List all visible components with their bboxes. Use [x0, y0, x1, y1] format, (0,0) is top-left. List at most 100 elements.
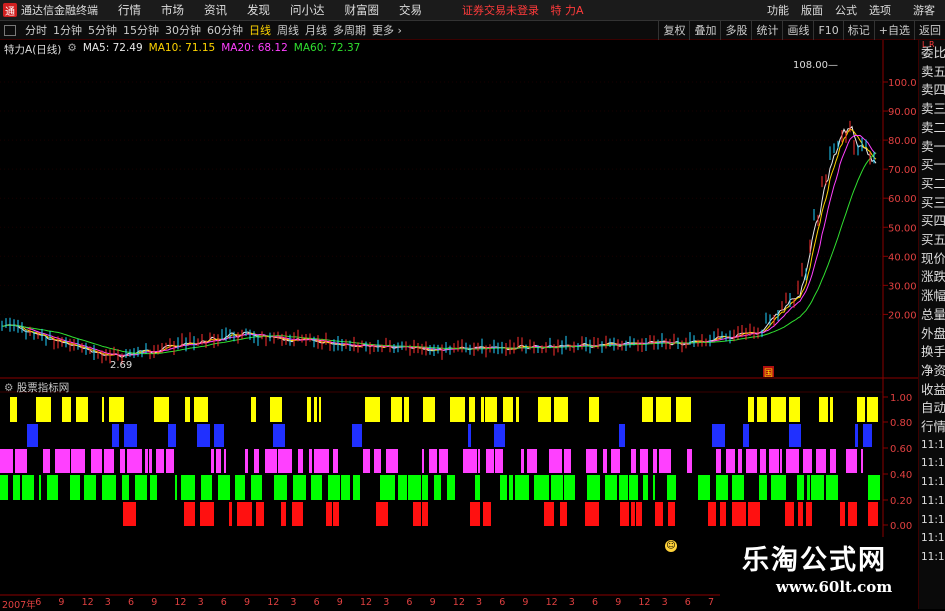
period-15min[interactable]: 15分钟	[120, 22, 162, 38]
green-bar	[434, 475, 441, 500]
magenta-bar	[738, 449, 742, 473]
green-bar	[293, 475, 306, 500]
magenta-bar	[659, 449, 671, 473]
tool-add-watchlist[interactable]: +自选	[873, 20, 914, 40]
menu-trade[interactable]: 交易	[389, 2, 432, 18]
blue-bar	[124, 424, 137, 447]
time-axis-label: 3	[104, 597, 111, 608]
magenta-bar	[15, 449, 27, 473]
period-intraday[interactable]: 分时	[22, 22, 50, 38]
chevron-right-icon: ›	[394, 24, 402, 37]
magenta-bar	[211, 449, 214, 473]
menu-ask[interactable]: 问小达	[280, 2, 335, 18]
side-panel-item[interactable]: 行情	[921, 418, 945, 435]
green-bar	[732, 475, 744, 500]
magenta-bar	[245, 449, 248, 473]
time-axis-label: 12	[360, 597, 373, 608]
magenta-bar	[439, 449, 448, 473]
magenta-bar	[149, 449, 152, 473]
red-bar	[333, 502, 339, 526]
price-tick-label: 70.00	[888, 165, 917, 176]
side-panel-item[interactable]: 自动	[921, 399, 945, 416]
green-bar	[422, 475, 428, 500]
indicator-title-text: 股票指标网	[16, 382, 70, 394]
period-60min[interactable]: 60分钟	[204, 22, 246, 38]
magenta-bar	[631, 449, 636, 473]
green-bar	[475, 475, 480, 500]
menu-quotes[interactable]: 行情	[108, 2, 151, 18]
login-status-text: 证券交易未登录	[462, 4, 539, 17]
tool-f10[interactable]: F10	[813, 20, 842, 40]
blue-bar	[855, 424, 858, 447]
red-bar	[281, 502, 286, 526]
time-axis-label: 12	[638, 597, 651, 608]
indicator-gear-icon[interactable]: ⚙	[4, 382, 17, 394]
red-bar	[200, 502, 214, 526]
login-status[interactable]: 证券交易未登录 特 力A	[462, 2, 584, 18]
tool-statistics[interactable]: 统计	[751, 20, 782, 40]
red-bar	[732, 502, 746, 526]
menu-layout[interactable]: 版面	[795, 2, 829, 18]
red-bar	[413, 502, 421, 526]
yellow-bar	[194, 397, 208, 422]
side-panel-item: 涨跌	[921, 269, 945, 285]
green-bar	[84, 475, 96, 500]
period-1min[interactable]: 1分钟	[50, 22, 85, 38]
green-bar	[311, 475, 322, 500]
magenta-bar	[71, 449, 85, 473]
time-axis: 2007年 6 9 12 3 6 9 12 3 6 9 12 3 6 9 12 3 6 9 12 3 6 9 12 3 6 9 12 3…	[0, 597, 720, 611]
green-bar	[380, 475, 395, 500]
period-multi[interactable]: 多周期	[330, 22, 369, 38]
blue-bar	[863, 424, 872, 447]
period-more[interactable]: 更多 ›	[369, 22, 405, 38]
menu-news[interactable]: 资讯	[194, 2, 237, 18]
yellow-bar	[656, 397, 671, 422]
magenta-bar	[429, 449, 437, 473]
red-bar	[376, 502, 388, 526]
side-panel-item: 11:11	[921, 532, 945, 545]
green-bar	[564, 475, 575, 500]
green-bar	[0, 475, 8, 500]
time-axis-label: 12	[267, 597, 280, 608]
yellow-bar	[76, 397, 88, 422]
period-daily[interactable]: 日线	[246, 22, 274, 38]
menu-discover[interactable]: 发现	[237, 2, 280, 18]
price-tick-label: 50.00	[888, 223, 917, 234]
magenta-bar	[104, 449, 114, 473]
period-weekly[interactable]: 周线	[274, 22, 302, 38]
menu-formula[interactable]: 公式	[829, 2, 863, 18]
red-bar	[422, 502, 428, 526]
tool-mark[interactable]: 标记	[842, 20, 874, 40]
side-panel-item: 换手	[921, 344, 945, 360]
menu-function[interactable]: 功能	[761, 2, 795, 18]
period-5min[interactable]: 5分钟	[85, 22, 120, 38]
time-axis-label: 3	[661, 597, 668, 608]
tool-adjust[interactable]: 复权	[658, 20, 689, 40]
panel-toggle-icon[interactable]	[4, 24, 16, 36]
menu-options[interactable]: 选项	[863, 2, 897, 18]
tool-overlay[interactable]: 叠加	[689, 20, 720, 40]
yellow-bar	[270, 397, 282, 422]
red-bar	[326, 502, 332, 526]
magenta-bar	[166, 449, 174, 473]
menu-market[interactable]: 市场	[151, 2, 194, 18]
time-axis-label: 12	[174, 597, 187, 608]
magenta-bar	[422, 449, 424, 473]
tool-draw-line[interactable]: 画线	[782, 20, 813, 40]
green-bar	[698, 475, 710, 500]
ma20-label: MA20: 68.12	[221, 42, 288, 54]
ma-gear-icon[interactable]: ⚙	[67, 42, 76, 57]
menu-wealth[interactable]: 财富圈	[335, 2, 390, 18]
tool-back[interactable]: 返回	[914, 20, 945, 40]
green-bar	[13, 475, 20, 500]
guest-user[interactable]: 游客	[897, 2, 945, 18]
magenta-bar	[564, 449, 571, 473]
tool-multi-stock[interactable]: 多股	[720, 20, 751, 40]
yellow-bar	[36, 397, 51, 422]
red-bar	[848, 502, 857, 526]
blue-bar	[273, 424, 285, 447]
period-monthly[interactable]: 月线	[302, 22, 330, 38]
period-30min[interactable]: 30分钟	[162, 22, 204, 38]
indicator-tick-label: 0.80	[890, 418, 912, 429]
magenta-bar	[603, 449, 607, 473]
